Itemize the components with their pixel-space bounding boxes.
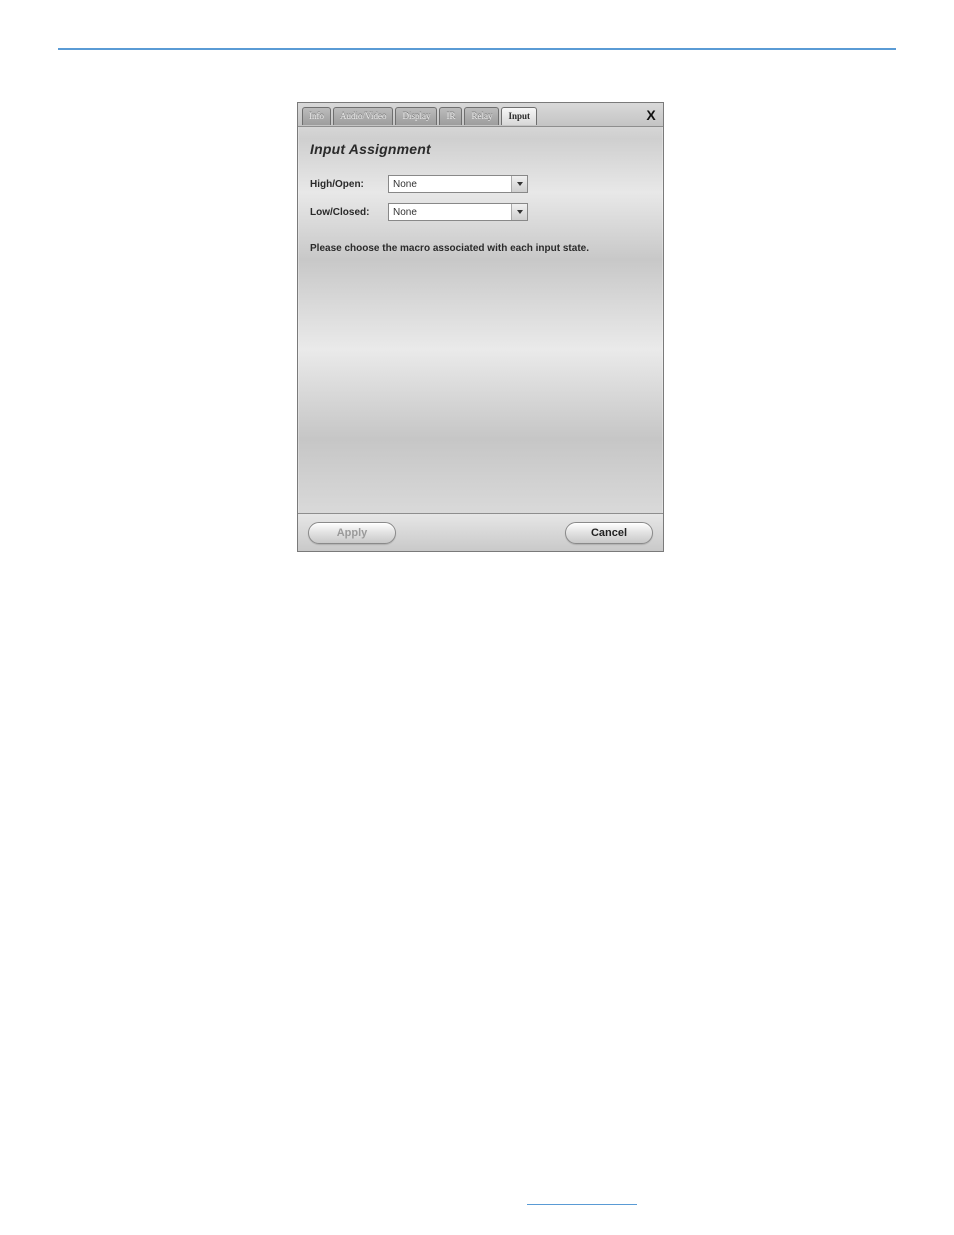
close-button[interactable]: X [643,108,659,124]
select-low-closed-value: None [389,207,511,218]
apply-button[interactable]: Apply [308,522,396,544]
tab-info[interactable]: Info [302,107,331,125]
tab-input[interactable]: Input [501,107,537,125]
panel-body: Input Assignment High/Open: None Low/Clo… [298,127,663,254]
panel-heading: Input Assignment [310,141,651,157]
chevron-down-icon [517,182,523,186]
tab-ir[interactable]: IR [439,107,462,125]
label-high-open: High/Open: [310,179,388,190]
tab-audio-video[interactable]: Audio/Video [333,107,393,125]
select-high-open-button[interactable] [511,176,527,192]
page: Info Audio/Video Display IR Relay Input … [0,0,954,1235]
footer-link-rule [527,1203,637,1205]
tab-bar: Info Audio/Video Display IR Relay Input … [298,103,663,127]
label-low-closed: Low/Closed: [310,207,388,218]
tab-relay[interactable]: Relay [464,107,499,125]
chevron-down-icon [517,210,523,214]
row-low-closed: Low/Closed: None [310,203,651,221]
select-high-open-value: None [389,179,511,190]
tab-display[interactable]: Display [395,107,437,125]
select-low-closed[interactable]: None [388,203,528,221]
cancel-button[interactable]: Cancel [565,522,653,544]
instruction-text: Please choose the macro associated with … [310,243,651,254]
dialog-footer: Apply Cancel [298,513,663,551]
header-rule [58,48,896,50]
select-low-closed-button[interactable] [511,204,527,220]
row-high-open: High/Open: None [310,175,651,193]
select-high-open[interactable]: None [388,175,528,193]
input-assignment-dialog: Info Audio/Video Display IR Relay Input … [297,102,664,552]
